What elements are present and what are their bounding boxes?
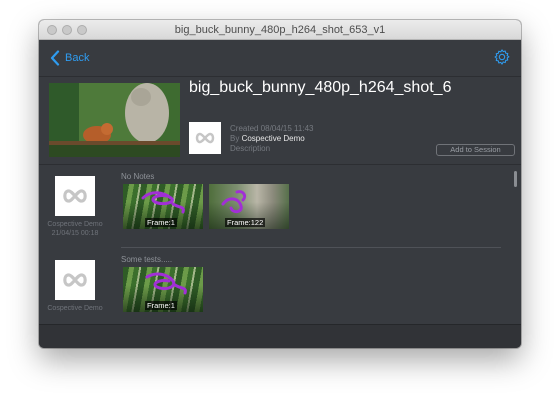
- note-author-block: Cospective Demo: [45, 304, 105, 313]
- note-avatar: [55, 176, 95, 216]
- note-author: Cospective Demo: [47, 221, 103, 228]
- app-window: big_buck_bunny_480p_h264_shot_653_v1 Bac…: [39, 20, 521, 348]
- created-date: Created 08/04/15 11:43: [230, 124, 314, 133]
- by-prefix: By: [230, 134, 240, 143]
- infinity-logo-icon: [195, 132, 215, 144]
- scrollbar-thumb[interactable]: [514, 171, 517, 187]
- window-title: big_buck_bunny_480p_h264_shot_653_v1: [174, 24, 386, 36]
- note-author: Cospective Demo: [47, 305, 103, 312]
- gear-icon[interactable]: [493, 48, 511, 66]
- note-timestamp: 21/04/15 00:18: [51, 230, 99, 237]
- navigation-bar: Back: [39, 40, 521, 76]
- note-author-block: Cospective Demo 21/04/15 00:18: [45, 220, 105, 238]
- annotated-frame-thumbnail[interactable]: Frame:122: [209, 184, 289, 229]
- author-avatar: [189, 122, 221, 154]
- author-name: Cospective Demo: [241, 134, 305, 143]
- annotated-frame-thumbnail[interactable]: Frame:1: [123, 267, 203, 312]
- note-divider: [121, 247, 501, 248]
- frame-label: Frame:122: [225, 218, 266, 227]
- frame-label: Frame:1: [145, 301, 177, 310]
- chevron-left-icon: [50, 50, 60, 66]
- created-by: By Cospective Demo: [230, 134, 305, 143]
- footer-bar: [39, 324, 521, 348]
- thumbnail-scene: [49, 83, 180, 157]
- note-text: Some tests.....: [121, 255, 173, 264]
- back-label: Back: [65, 52, 90, 64]
- title-bar: big_buck_bunny_480p_h264_shot_653_v1: [39, 20, 521, 40]
- annotated-frame-thumbnail[interactable]: Frame:1: [123, 184, 203, 229]
- infinity-logo-icon: [63, 189, 87, 203]
- add-to-session-button[interactable]: Add to Session: [436, 144, 515, 156]
- note-item: Cospective Demo Some tests..... Frame:1: [39, 251, 511, 324]
- note-avatar: [55, 260, 95, 300]
- note-item: Cospective Demo 21/04/15 00:18 No Notes …: [39, 165, 511, 248]
- notes-list: Cospective Demo 21/04/15 00:18 No Notes …: [39, 164, 521, 324]
- clip-title: big_buck_bunny_480p_h264_shot_653_v1: [189, 79, 451, 96]
- clip-thumbnail[interactable]: [49, 83, 180, 157]
- infinity-logo-icon: [63, 273, 87, 287]
- frame-label: Frame:1: [145, 218, 177, 227]
- clip-header: big_buck_bunny_480p_h264_shot_653_v1 Cre…: [39, 76, 521, 164]
- description-label: Description: [230, 144, 271, 153]
- back-button[interactable]: Back: [49, 49, 89, 67]
- note-text: No Notes: [121, 172, 155, 181]
